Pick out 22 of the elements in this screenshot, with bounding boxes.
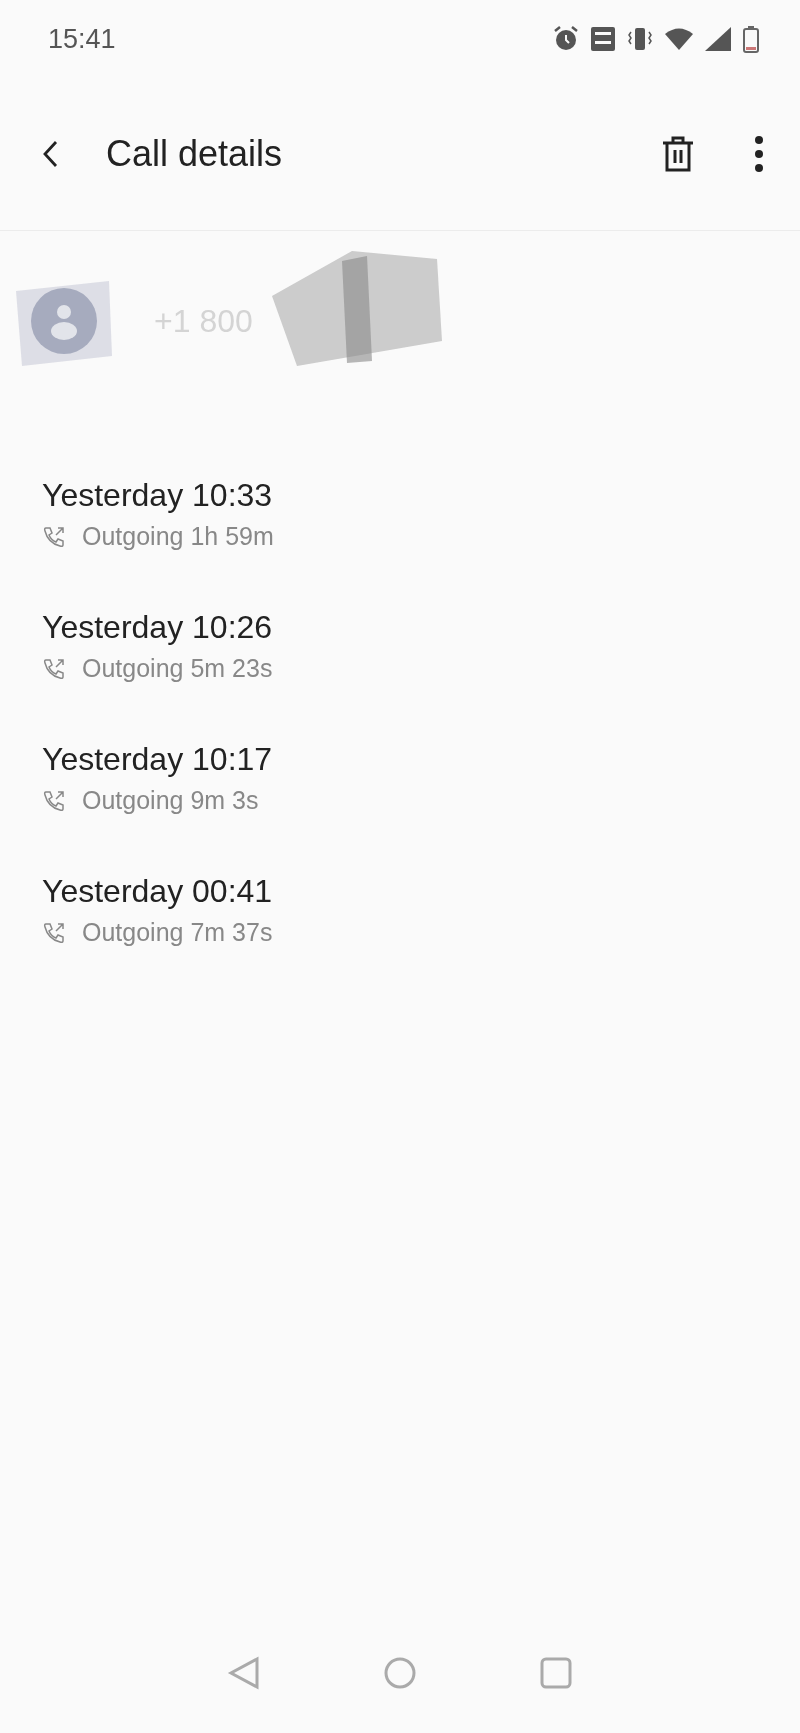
signal-icon [704,26,732,52]
avatar-icon [31,288,97,354]
wifi-icon [664,27,694,51]
outgoing-call-icon [42,788,66,813]
call-detail: Outgoing 9m 3s [82,786,259,815]
more-options-icon [754,135,764,173]
call-detail: Outgoing 1h 59m [82,522,274,551]
battery-icon [742,25,760,53]
outgoing-call-icon [42,920,66,945]
call-time: Yesterday 10:17 [42,741,274,778]
call-time: Yesterday 00:41 [42,873,274,910]
alarm-icon [552,25,580,53]
call-time: Yesterday 10:26 [42,609,274,646]
call-time: Yesterday 10:33 [42,477,274,514]
outgoing-call-icon [42,524,66,549]
outgoing-call-icon [42,656,66,681]
vibrate-icon [626,26,654,52]
call-detail: Outgoing 7m 37s [82,918,273,947]
call-detail: Outgoing 5m 23s [82,654,273,683]
page-title: Call details [106,133,284,175]
status-time: 15:41 [48,23,116,55]
trash-icon [660,135,696,173]
